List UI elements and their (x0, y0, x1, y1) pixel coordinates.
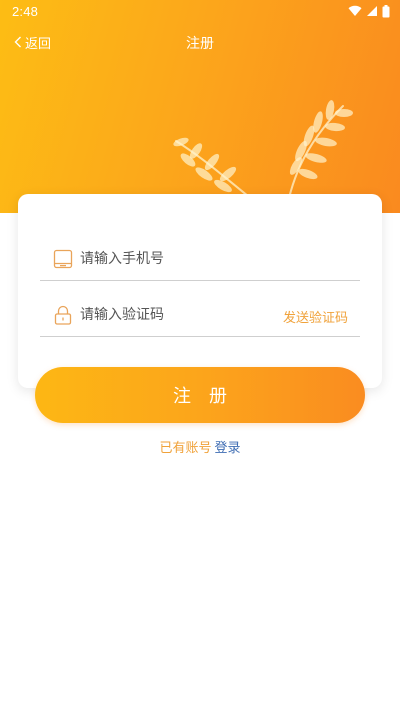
have-account-text: 已有账号 (159, 441, 212, 456)
phone-field (40, 240, 360, 281)
nav-bar: 返回 注册 (0, 28, 400, 56)
signal-icon (367, 6, 377, 16)
register-screen: 2:48 返回 注册 请输入手机号 请输入验证码 发送验证码 注册 已有账号 登… (0, 0, 400, 710)
status-time: 2:48 (12, 4, 39, 19)
login-prompt: 已有账号 登录 (0, 437, 400, 456)
send-code-button[interactable]: 发送验证码 (283, 307, 348, 326)
status-bar: 2:48 (0, 0, 400, 24)
phone-icon (53, 249, 73, 269)
register-form-card: 发送验证码 (18, 194, 382, 388)
verification-code-input[interactable] (80, 300, 260, 330)
status-icons (348, 4, 390, 18)
register-button[interactable]: 注册 (35, 367, 365, 423)
battery-icon (382, 4, 390, 17)
verification-code-field: 发送验证码 (40, 296, 360, 337)
page-title: 注册 (186, 36, 214, 52)
wifi-icon (348, 5, 362, 17)
lock-icon (54, 305, 72, 325)
login-link[interactable]: 登录 (215, 441, 241, 456)
phone-input[interactable] (80, 244, 260, 274)
